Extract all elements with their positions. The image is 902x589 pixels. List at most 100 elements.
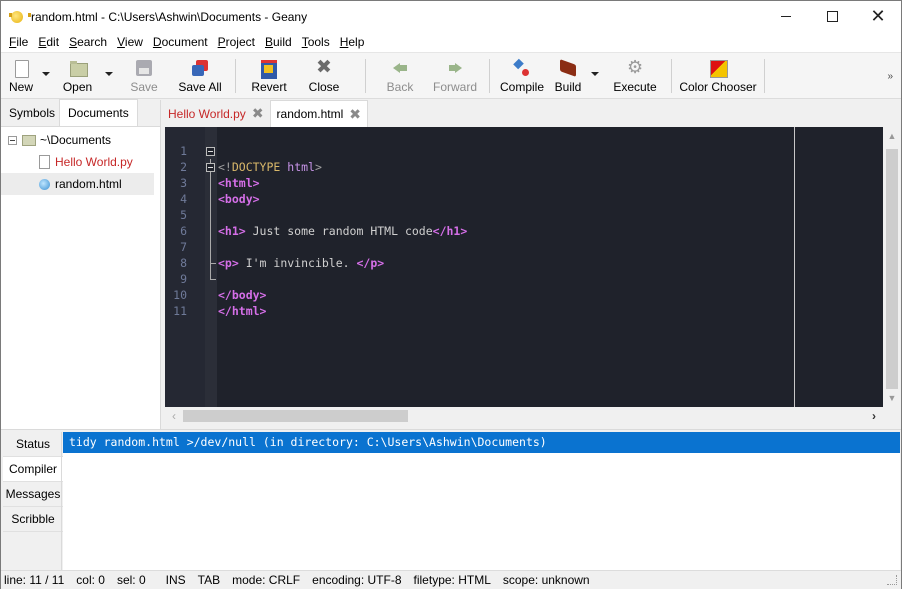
tab-hello-world-py[interactable]: Hello World.py ✖ — [162, 100, 270, 127]
menu-tools[interactable]: Tools — [297, 35, 335, 49]
code-line: 6 — [165, 207, 883, 238]
resize-grip-icon[interactable] — [887, 575, 897, 585]
execute-button[interactable]: Execute — [603, 53, 667, 99]
tab-documents[interactable]: Documents — [59, 99, 138, 126]
color-chooser-icon — [709, 59, 728, 78]
menu-edit[interactable]: Edit — [33, 35, 64, 49]
code-line: 8 — [165, 239, 883, 270]
file-icon — [39, 155, 50, 169]
color-chooser-label: Color Chooser — [679, 80, 757, 94]
window-controls: ✕ — [763, 1, 901, 32]
tree-file-random-html[interactable]: random.html — [1, 173, 154, 195]
compiler-output[interactable]: tidy random.html >/dev/null (in director… — [63, 432, 900, 570]
compile-label: Compile — [499, 80, 544, 94]
new-button[interactable]: New — [1, 53, 41, 99]
menu-search-label: earch — [77, 35, 108, 49]
code-line: 2 <html> — [165, 143, 883, 190]
menu-help[interactable]: Help — [335, 35, 370, 49]
build-brick-icon — [559, 59, 577, 77]
open-dropdown-arrow[interactable] — [104, 53, 114, 99]
open-button[interactable]: Open — [51, 53, 104, 99]
color-chooser-button[interactable]: Color Chooser — [678, 53, 758, 99]
build-button[interactable]: Build — [549, 53, 587, 99]
sidebar-tabs: Symbols Documents — [1, 99, 160, 127]
save-button[interactable]: Save — [114, 53, 174, 99]
folder-icon — [22, 134, 36, 146]
code-line: 11 — [165, 287, 883, 318]
menu-help-label: elp — [348, 35, 365, 49]
code-line: 7 <p> I'm invincible. </p> — [165, 223, 883, 270]
tab-close-icon[interactable]: ✖ — [252, 105, 264, 122]
open-label: Open — [62, 80, 93, 94]
tab-random-html[interactable]: random.html ✖ — [269, 100, 368, 127]
documents-tree: ~\Documents Hello World.py random.html — [1, 127, 160, 195]
close-window-button[interactable]: ✕ — [855, 1, 901, 32]
tab-status[interactable]: Status — [3, 432, 63, 457]
code-line: 4 — [165, 175, 883, 206]
tab-label: Hello World.py — [168, 106, 246, 121]
scroll-right-icon[interactable]: › — [865, 407, 883, 425]
menu-view[interactable]: View — [112, 35, 148, 49]
save-all-icon — [191, 59, 209, 77]
menu-build-label: uild — [273, 35, 292, 49]
toolbar-separator — [764, 59, 765, 93]
menu-document-mnemonic: D — [152, 35, 162, 49]
status-filetype: filetype: HTML — [413, 573, 491, 587]
tab-scribble[interactable]: Scribble — [3, 507, 63, 532]
toolbar-separator — [365, 59, 366, 93]
tab-close-icon[interactable]: ✖ — [349, 106, 361, 123]
execute-gear-icon — [626, 57, 644, 78]
forward-button[interactable]: Forward — [425, 53, 485, 99]
tree-folder-documents[interactable]: ~\Documents — [1, 129, 160, 151]
new-file-icon — [12, 59, 30, 78]
back-button[interactable]: Back — [375, 53, 425, 99]
scroll-down-icon[interactable]: ▼ — [883, 389, 901, 407]
menu-file[interactable]: File — [4, 35, 33, 49]
folder-open-icon — [69, 59, 88, 77]
file-label: random.html — [55, 177, 122, 191]
menu-file-label: ile — [16, 35, 29, 49]
toolbar-separator — [235, 59, 236, 93]
menu-project[interactable]: Project — [213, 35, 260, 49]
close-button[interactable]: ✖ Close — [293, 53, 355, 99]
maximize-button[interactable] — [809, 1, 855, 32]
compiler-output-line[interactable]: tidy random.html >/dev/null (in director… — [63, 432, 900, 453]
menu-document-label: ocument — [161, 35, 208, 49]
message-window: Status Compiler Messages Scribble tidy r… — [1, 429, 901, 570]
save-all-button[interactable]: Save All — [174, 53, 226, 99]
horizontal-scrollbar[interactable]: ‹ › — [165, 407, 883, 425]
file-label: Hello World.py — [55, 155, 133, 169]
build-dropdown-arrow[interactable] — [587, 53, 603, 99]
menu-document[interactable]: Document — [148, 35, 213, 49]
tab-compiler[interactable]: Compiler — [3, 457, 63, 482]
compile-button[interactable]: Compile — [495, 53, 549, 99]
minimize-button[interactable] — [763, 1, 809, 32]
status-indent: TAB — [197, 573, 221, 587]
horizontal-scroll-thumb[interactable] — [183, 410, 408, 422]
status-encoding: encoding: UTF-8 — [312, 573, 402, 587]
vertical-scrollbar[interactable]: ▲ ▼ — [883, 127, 901, 407]
toolbar: New Open Save Save All Revert ✖ Close Ba… — [1, 53, 901, 99]
revert-label: Revert — [251, 80, 287, 94]
tree-file-hello-world[interactable]: Hello World.py — [1, 151, 160, 173]
scroll-up-icon[interactable]: ▲ — [883, 127, 901, 145]
build-label: Build — [554, 80, 582, 94]
tab-messages[interactable]: Messages — [3, 482, 63, 507]
back-arrow-icon — [391, 59, 409, 77]
collapse-icon[interactable] — [8, 135, 17, 145]
toolbar-overflow-icon[interactable]: » — [887, 71, 892, 82]
vertical-scroll-thumb[interactable] — [886, 149, 898, 389]
menu-build[interactable]: Build — [260, 35, 297, 49]
code-line: 3 <body> — [165, 159, 883, 206]
revert-button[interactable]: Revert — [245, 53, 293, 99]
menu-search[interactable]: Search — [64, 35, 112, 49]
tab-label: random.html — [276, 107, 344, 121]
save-label: Save — [130, 80, 158, 94]
tab-symbols[interactable]: Symbols — [1, 99, 59, 126]
code-editor[interactable]: 1 <!DOCTYPE html> 2 <html> 3 <body> 4 5 … — [165, 127, 883, 407]
new-dropdown-arrow[interactable] — [41, 53, 51, 99]
menu-build-mnemonic: B — [264, 35, 273, 49]
execute-label: Execute — [613, 80, 657, 94]
scroll-left-icon[interactable]: ‹ — [165, 407, 183, 425]
menu-tools-label: ools — [307, 35, 330, 49]
